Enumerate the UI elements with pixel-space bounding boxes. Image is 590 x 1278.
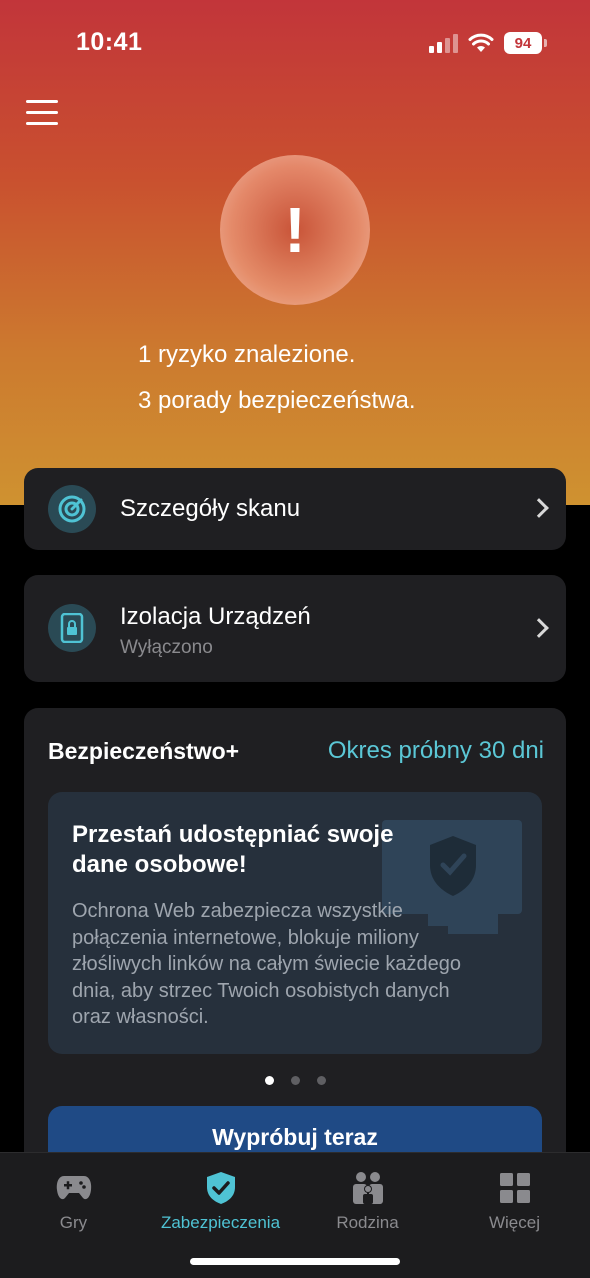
trial-badge[interactable]: Okres próbny 30 dni: [328, 737, 544, 765]
grid-icon: [499, 1173, 530, 1203]
chevron-right-icon: [529, 498, 549, 518]
device-isolation-status: Wyłączono: [120, 637, 213, 658]
tab-label: Rodzina: [336, 1213, 399, 1232]
tab-security[interactable]: Zabezpieczenia: [147, 1171, 294, 1233]
battery-indicator: 94: [504, 32, 547, 54]
device-isolation-row[interactable]: Izolacja Urządzeń Wyłączono: [24, 575, 566, 682]
alert-icon: !: [220, 155, 370, 305]
tab-label: Więcej: [488, 1213, 540, 1232]
scan-details-label: Szczegóły skanu: [120, 495, 301, 522]
carousel-dot[interactable]: [316, 1076, 326, 1085]
carousel-dot[interactable]: [264, 1076, 274, 1085]
promo-title: Przestań udostępniać swoje dane osobowe!: [72, 821, 394, 878]
promo-description: Ochrona Web zabezpiecza wszystkie połącz…: [72, 900, 462, 1028]
shield-check-icon: [206, 1172, 235, 1204]
tab-label: Zabezpieczenia: [160, 1213, 281, 1232]
security-plus-title: Bezpieczeństwo+: [48, 738, 240, 764]
family-icon: [352, 1172, 383, 1204]
wifi-icon: [468, 33, 494, 52]
tab-games[interactable]: Gry: [0, 1171, 147, 1233]
status-time: 10:41: [76, 28, 143, 56]
carousel-dot[interactable]: [290, 1076, 300, 1085]
security-plus-card: Bezpieczeństwo+ Okres próbny 30 dni Prze…: [24, 708, 566, 1178]
cellular-signal-icon: [429, 33, 458, 53]
device-isolation-label: Izolacja Urządzeń: [120, 603, 311, 630]
tab-family[interactable]: Rodzina: [294, 1171, 441, 1233]
lock-device-icon: [48, 604, 96, 652]
scan-details-row[interactable]: Szczegóły skanu: [24, 468, 566, 550]
home-indicator[interactable]: [190, 1258, 400, 1265]
chevron-right-icon: [529, 618, 549, 638]
tips-summary: 3 porady bezpieczeństwa.: [138, 387, 416, 414]
carousel-dots: [24, 1076, 566, 1085]
tab-more[interactable]: Więcej: [441, 1171, 588, 1233]
promo-slide[interactable]: Przestań udostępniać swoje dane osobowe!…: [48, 792, 542, 1054]
tab-label: Gry: [59, 1213, 88, 1232]
hamburger-menu-icon[interactable]: [26, 100, 58, 126]
status-indicators: 94: [429, 32, 547, 54]
risk-summary: 1 ryzyko znalezione.: [138, 341, 356, 368]
gamepad-icon: [56, 1176, 91, 1200]
radar-icon: [48, 485, 96, 533]
